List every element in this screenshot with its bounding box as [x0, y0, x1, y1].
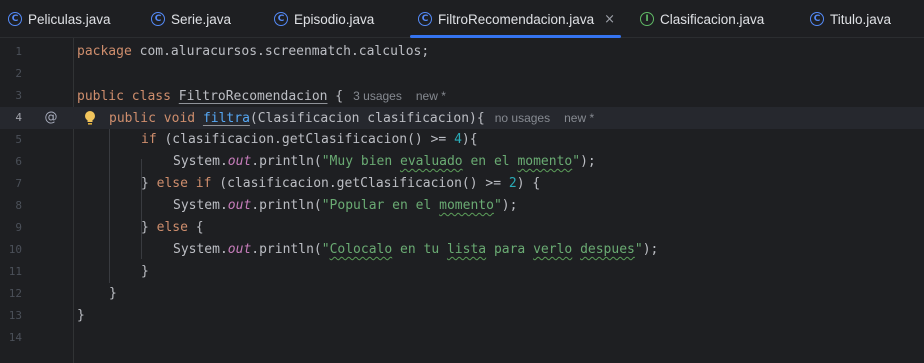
- line-number: 12: [8, 287, 22, 300]
- class-icon: C: [151, 12, 165, 26]
- intention-bulb-icon[interactable]: [84, 110, 96, 126]
- code-line[interactable]: 5 if (clasificacion.getClasificacion() >…: [0, 129, 924, 151]
- line-number: 13: [8, 309, 22, 322]
- code-line[interactable]: 11 }: [0, 261, 924, 283]
- code-line[interactable]: 3 public class FiltroRecomendacion {3 us…: [0, 85, 924, 107]
- code-text[interactable]: if (clasificacion.getClasificacion() >= …: [141, 129, 478, 151]
- tab-label: Clasificacion.java: [660, 11, 765, 27]
- code-editor[interactable]: 1 package com.aluracursos.screenmatch.ca…: [0, 38, 924, 363]
- code-line[interactable]: 10 System.out.println("Colocalo en tu li…: [0, 239, 924, 261]
- code-line[interactable]: 13 }: [0, 305, 924, 327]
- code-line-current[interactable]: 4 @ public void filtra(Clasificacion cla…: [0, 107, 924, 129]
- code-text[interactable]: System.out.println("Colocalo en tu lista…: [173, 239, 658, 261]
- code-line[interactable]: 2: [0, 63, 924, 85]
- line-number: 9: [15, 221, 22, 234]
- code-line[interactable]: 9 } else {: [0, 217, 924, 239]
- code-line[interactable]: 6 System.out.println("Muy bien evaluado …: [0, 151, 924, 173]
- class-icon: C: [810, 12, 824, 26]
- tab-label: Peliculas.java: [28, 11, 111, 27]
- usages-hint[interactable]: no usages: [495, 111, 550, 125]
- tab-peliculas[interactable]: C Peliculas.java: [8, 0, 111, 38]
- usages-hint[interactable]: 3 usages: [353, 89, 402, 103]
- code-line[interactable]: 12 }: [0, 283, 924, 305]
- tab-filtro-recomendacion[interactable]: C FiltroRecomendacion.java ×: [410, 0, 621, 38]
- line-number: 5: [15, 133, 22, 146]
- code-line[interactable]: 7 } else if (clasificacion.getClasificac…: [0, 173, 924, 195]
- line-number: 6: [15, 155, 22, 168]
- class-icon: C: [8, 12, 22, 26]
- code-text[interactable]: package com.aluracursos.screenmatch.calc…: [77, 41, 429, 63]
- line-number: 7: [15, 177, 22, 190]
- line-number: 11: [8, 265, 22, 278]
- line-number: 2: [15, 67, 22, 80]
- editor-tab-bar: C Peliculas.java C Serie.java C Episodio…: [0, 0, 924, 38]
- code-text[interactable]: }: [109, 283, 117, 305]
- code-text[interactable]: }: [77, 305, 85, 327]
- code-text[interactable]: System.out.println("Muy bien evaluado en…: [173, 151, 596, 173]
- tab-episodio[interactable]: C Episodio.java: [274, 0, 374, 38]
- tab-label: Episodio.java: [294, 11, 375, 27]
- tab-titulo[interactable]: C Titulo.java: [810, 0, 891, 38]
- tab-clasificacion[interactable]: I Clasificacion.java: [640, 0, 764, 38]
- line-number: 10: [8, 243, 22, 256]
- code-text[interactable]: System.out.println("Popular en el moment…: [173, 195, 517, 217]
- author-hint[interactable]: new *: [564, 111, 594, 125]
- code-text[interactable]: public void filtra(Clasificacion clasifi…: [109, 107, 594, 129]
- interface-icon: I: [640, 12, 654, 26]
- code-text[interactable]: public class FiltroRecomendacion {3 usag…: [77, 85, 446, 107]
- code-text[interactable]: } else {: [141, 217, 204, 239]
- tab-label: Titulo.java: [830, 11, 892, 27]
- tab-label: Serie.java: [171, 11, 232, 27]
- annotation-gutter-icon[interactable]: @: [44, 111, 58, 125]
- tab-serie[interactable]: C Serie.java: [151, 0, 231, 38]
- class-icon: C: [274, 12, 288, 26]
- code-text[interactable]: }: [141, 261, 149, 283]
- class-icon: C: [418, 12, 432, 26]
- line-number: 1: [15, 45, 22, 58]
- tab-label: FiltroRecomendacion.java: [438, 11, 595, 27]
- line-number: 4: [15, 111, 22, 124]
- line-number: 3: [15, 89, 22, 102]
- line-number: 14: [8, 331, 22, 344]
- code-line[interactable]: 14: [0, 327, 924, 349]
- code-line[interactable]: 8 System.out.println("Popular en el mome…: [0, 195, 924, 217]
- code-line[interactable]: 1 package com.aluracursos.screenmatch.ca…: [0, 41, 924, 63]
- close-icon[interactable]: ×: [604, 12, 615, 27]
- line-number: 8: [15, 199, 22, 212]
- code-text[interactable]: } else if (clasificacion.getClasificacio…: [141, 173, 540, 195]
- author-hint[interactable]: new *: [416, 89, 446, 103]
